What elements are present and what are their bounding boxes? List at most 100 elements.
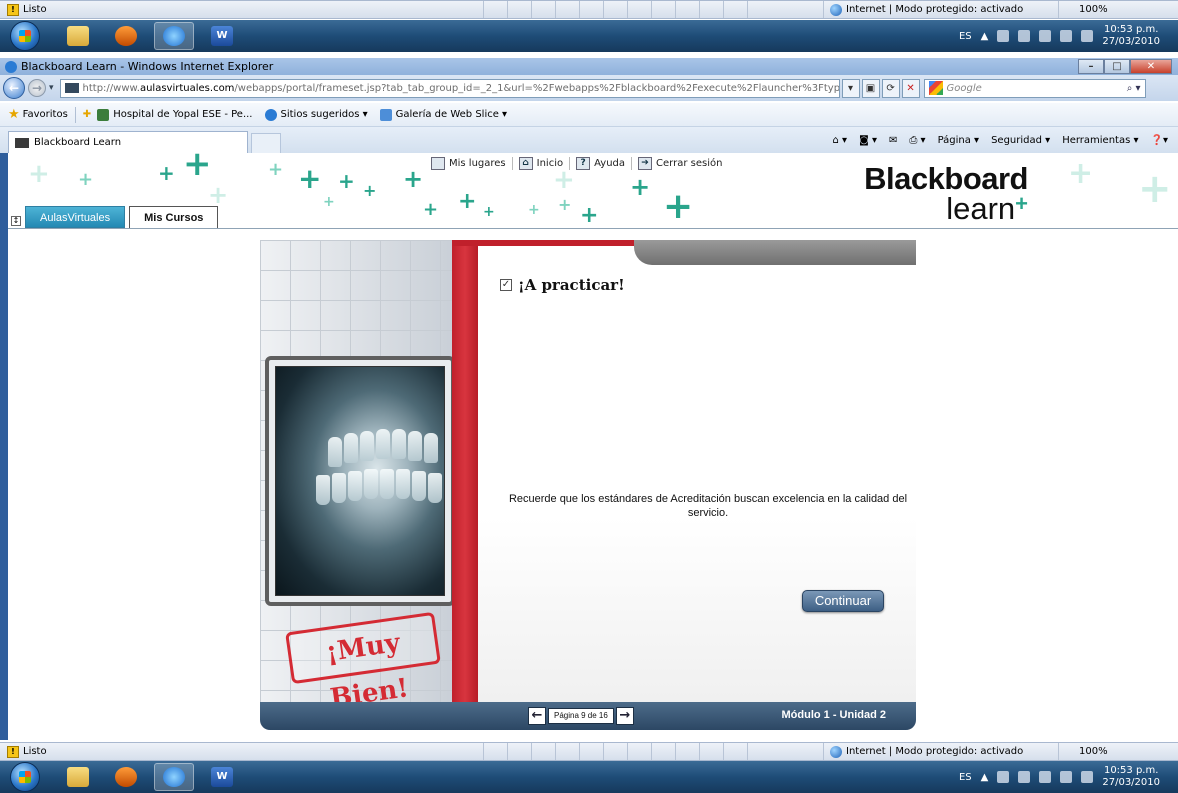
maximize-button[interactable]: □ [1104,59,1130,74]
taskbar-word-button[interactable]: W [202,763,242,791]
clock[interactable]: 10:53 p.m. 27/03/2010 [1102,765,1160,789]
close-button[interactable]: ✕ [1130,59,1172,74]
command-bar: ⌂ ▾ ◙ ▾ ✉ ⎙ ▾ Página ▾ Seguridad ▾ Herra… [833,135,1168,146]
window-title: Blackboard Learn - Windows Internet Expl… [21,60,274,73]
search-icon[interactable]: ⌕ ▾ [1127,83,1141,94]
blackboard-learn-logo: Blackboard learn+ [864,161,1028,226]
system-tray: ES ▲ 10:53 p.m. 27/03/2010 [959,765,1178,789]
help-icon[interactable]: ❓▾ [1151,135,1168,146]
language-indicator[interactable]: ES [959,31,972,42]
slide-content: ✓ ¡A practicar! Recuerde que los estánda… [478,240,916,702]
favorite-suggested-sites[interactable]: Sitios sugeridos ▾ [264,108,368,121]
system-tray: ES ▲ 10:53 p.m. 27/03/2010 [959,24,1178,48]
status-bar-top: ! Listo Internet | Modo protegido: activ… [0,0,1178,19]
globe-icon [830,745,842,758]
stop-icon[interactable]: ✕ [901,78,920,98]
refresh-icon[interactable]: ⟳ [881,78,900,98]
minimize-button[interactable]: – [1078,59,1104,74]
tray-flag-icon[interactable] [1018,771,1031,783]
mail-icon[interactable]: ✉ [889,135,897,146]
feeds-icon[interactable]: ◙ ▾ [859,135,877,146]
add-favorite-icon[interactable]: ✚ [83,109,91,120]
dental-xray-image [275,366,445,596]
taskbar-bottom: W ES ▲ 10:53 p.m. 27/03/2010 [0,761,1178,793]
url-dropdown-icon[interactable]: ▾ [841,78,860,98]
favorites-bar: ★ Favoritos ✚ Hospital de Yopal ESE - Pe… [0,103,1178,127]
volume-icon[interactable] [1081,30,1094,42]
zone-label: Internet | Modo protegido: activado [846,4,1024,15]
expand-icon[interactable]: ↕ [11,216,21,226]
page-menu[interactable]: Página ▾ [938,135,980,146]
back-button[interactable]: ← [3,77,25,99]
tab-blackboard-learn[interactable]: Blackboard Learn [8,131,248,153]
zoom-label: 100% [1079,4,1108,15]
taskbar-explorer-button[interactable] [58,763,98,791]
tray-icon[interactable] [997,30,1010,42]
link-cerrar-sesion[interactable]: ➔ Cerrar sesión [632,157,728,170]
favorite-web-slice-gallery[interactable]: Galería de Web Slice ▾ [379,108,507,121]
start-button[interactable] [10,762,40,792]
internet-explorer-icon [163,767,185,787]
page-indicator: Página 9 de 16 [548,708,614,724]
history-dropdown-icon[interactable]: ▾ [49,83,54,93]
home-icon[interactable]: ⌂ ▾ [833,135,848,146]
word-icon: W [211,767,233,787]
tray-flag-icon[interactable] [1018,30,1031,42]
security-zone[interactable]: Internet | Modo protegido: activado [823,743,1058,760]
start-button[interactable] [10,21,40,51]
ie-window-icon [5,60,17,73]
taskbar-word-button[interactable]: W [202,22,242,50]
warning-icon: ! [7,745,19,758]
prev-page-button[interactable]: ← [528,707,546,725]
google-icon [928,81,943,95]
print-icon[interactable]: ⎙ ▾ [909,135,925,146]
favorites-button[interactable]: Favoritos [23,109,68,120]
security-zone[interactable]: Internet | Modo protegido: activado [823,1,1058,18]
tab-mis-cursos[interactable]: Mis Cursos [129,206,219,228]
link-inicio[interactable]: ⌂ Inicio [513,157,571,170]
next-page-button[interactable]: → [615,707,634,725]
network-icon[interactable] [1039,30,1052,42]
checkbox-icon: ✓ [500,279,512,291]
network-icon[interactable] [1039,771,1052,783]
zoom-control[interactable]: 100% [1058,743,1178,760]
show-hidden-icons[interactable]: ▲ [981,31,989,42]
clock[interactable]: 10:53 p.m. 27/03/2010 [1102,24,1160,48]
zoom-control[interactable]: 100% [1058,1,1178,18]
taskbar-media-button[interactable] [106,763,146,791]
home-icon: ⌂ [518,157,533,170]
tab-aulasvirtuales[interactable]: AulasVirtuales [25,206,126,228]
blackboard-nav-tabs: ↕ AulasVirtuales Mis Cursos [8,206,219,228]
signal-icon[interactable] [1060,771,1073,783]
taskbar-ie-button[interactable] [154,763,194,791]
continue-button[interactable]: Continuar [802,590,884,612]
compatibility-view-icon[interactable]: ▣ [861,78,880,98]
link-ayuda[interactable]: ? Ayuda [570,157,633,170]
volume-icon[interactable] [1081,771,1094,783]
favorites-star-icon[interactable]: ★ [8,107,20,122]
forward-button[interactable]: → [28,79,46,97]
plus-icon: + [1015,191,1028,216]
signal-icon[interactable] [1060,30,1073,42]
language-indicator[interactable]: ES [959,772,972,783]
zoom-label: 100% [1079,746,1108,757]
taskbar-explorer-button[interactable] [58,22,98,50]
blackboard-top-links: Mis lugares ⌂ Inicio ? Ayuda ➔ Cerrar sesió… [425,157,728,170]
new-tab-button[interactable] [251,133,281,153]
slide-message: Recuerde que los estándares de Acreditac… [508,493,908,519]
taskbar-media-button[interactable] [106,22,146,50]
link-mis-lugares[interactable]: Mis lugares [425,157,513,170]
gray-header-tab [634,240,916,265]
blackboard-favicon-icon [15,137,29,148]
show-hidden-icons[interactable]: ▲ [981,772,989,783]
favorite-hospital-yopal[interactable]: Hospital de Yopal ESE - Pe... [97,108,253,121]
address-bar: ← → ▾ http://www. aulasvirtuales.com/weba… [0,75,1178,101]
ie-icon [264,108,277,121]
taskbar-ie-button[interactable] [154,22,194,50]
safety-menu[interactable]: Seguridad ▾ [991,135,1050,146]
tray-icon[interactable] [997,771,1010,783]
url-field[interactable]: http://www. aulasvirtuales.com/webapps/po… [59,78,840,98]
search-input[interactable]: Google ⌕ ▾ [923,78,1146,98]
tools-menu[interactable]: Herramientas ▾ [1062,135,1138,146]
taskbar-top: W ES ▲ 10:53 p.m. 27/03/2010 [0,20,1178,52]
